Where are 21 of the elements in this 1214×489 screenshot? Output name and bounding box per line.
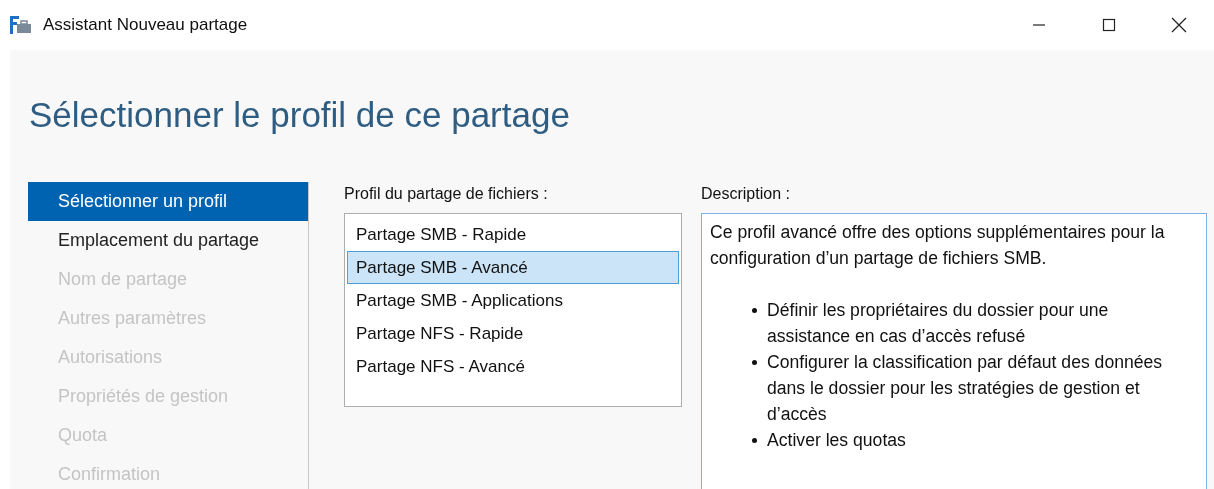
bullet-icon [752,308,757,313]
bullet-icon [752,360,757,365]
maximize-icon [1102,18,1116,32]
close-icon [1171,17,1187,33]
bullet-icon [752,438,757,443]
profile-option[interactable]: Partage SMB - Avancé [347,251,679,284]
bullet-text: Activer les quotas [767,429,906,452]
profile-option[interactable]: Partage SMB - Applications [347,284,679,317]
bullet-text: Configurer la classification par défaut des données dans le dossier pour les stratégies de gestion et d’accès [767,351,1164,426]
share-wizard-icon [10,16,32,34]
wizard-step[interactable]: Sélectionner un profil [28,182,308,221]
wizard-step[interactable]: Emplacement du partage [28,221,308,260]
bullet-text: Définir les propriétaires du dossier pour une assistance en cas d’accès refusé [767,299,1110,348]
description-text: Ce profil avancé offre des options supplémentaires pour la configuration d’un partage de fichiers SMB. [710,221,1166,270]
page-heading: Sélectionner le profil de ce partage [28,94,571,136]
profile-option[interactable]: Partage NFS - Avancé [347,350,679,383]
profile-option[interactable]: Partage NFS - Rapide [347,317,679,350]
description-label: Description : [701,184,791,204]
profile-list-label: Profil du partage de fichiers : [344,184,549,204]
window-title: Assistant Nouveau partage [43,15,248,35]
profile-option[interactable]: Partage SMB - Rapide [347,218,679,251]
